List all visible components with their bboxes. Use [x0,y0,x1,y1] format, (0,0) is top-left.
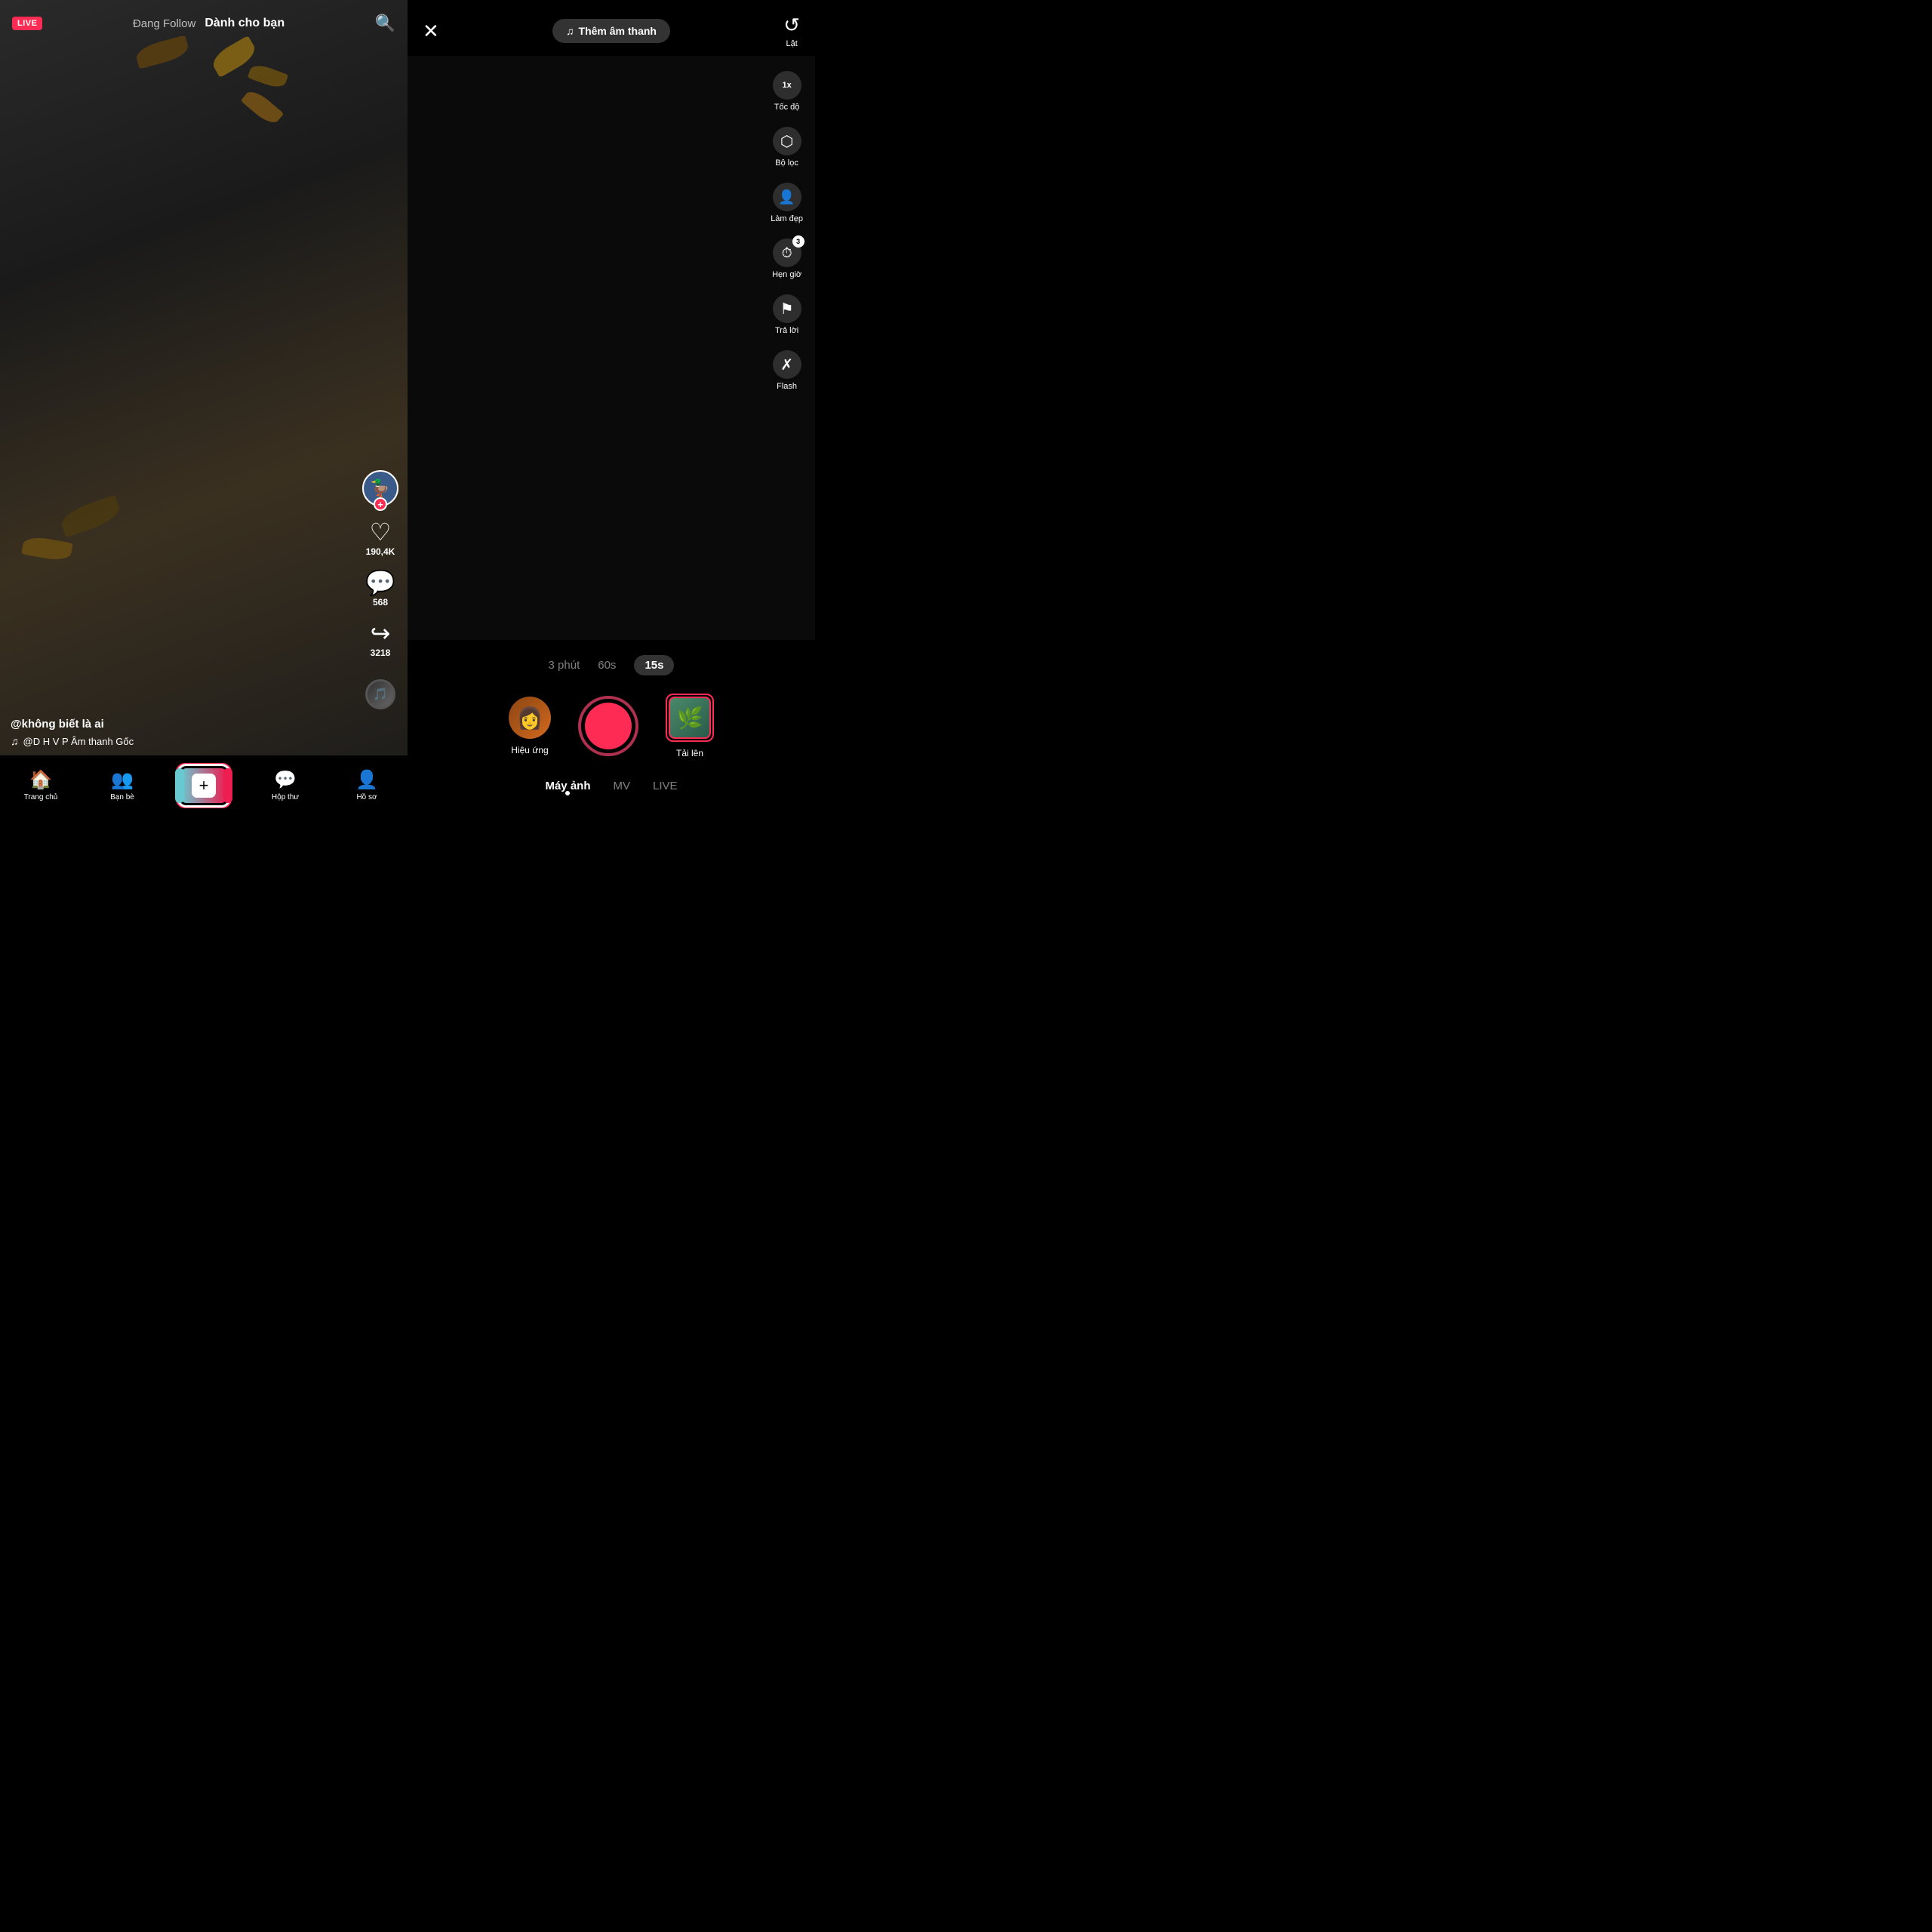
create-plus-icon: + [192,774,216,798]
speed-tool[interactable]: 1x Tốc độ [771,71,803,112]
music-disc-image: 🎵 [365,679,395,709]
effect-label: Hiệu ứng [511,745,548,755]
music-disc[interactable]: 🎵 [365,679,395,709]
speed-label: Tốc độ [774,103,800,112]
top-navigation-bar: LIVE Đang Follow Dành cho bạn 🔍 [0,0,408,41]
create-button-wrapper[interactable]: + [179,766,229,805]
record-button-inner [585,703,632,749]
creator-username[interactable]: @không biết là ai [11,718,355,731]
effect-button[interactable]: 👩 Hiệu ứng [509,697,551,755]
duration-selector: 3 phút 60s 15s [408,655,815,675]
flip-label: Lật [786,39,797,48]
mode-live[interactable]: LIVE [653,780,678,792]
flip-camera-button[interactable]: ↺ Lật [783,14,800,48]
nav-create[interactable]: + [163,766,245,805]
music-note-icon: ♫ [566,25,574,37]
nav-inbox[interactable]: 💬 Hộp thư [245,769,326,801]
profile-label: Hồ sơ [356,793,377,801]
home-label: Trang chủ [24,793,58,801]
inbox-icon: 💬 [274,769,297,791]
duration-15s[interactable]: 15s [634,655,674,675]
bottom-navigation: 🏠 Trang chủ 👥 Bạn bè + 💬 Hộp thư 👤 Hồ sơ [0,755,408,815]
record-button[interactable] [578,696,638,756]
effect-avatar: 👩 [509,697,551,739]
camera-top-bar: ✕ ♫ Thêm âm thanh ↺ Lật [408,0,815,56]
beauty-label: Làm đẹp [771,214,803,223]
flip-icon: ↺ [783,14,800,37]
close-button[interactable]: ✕ [423,20,439,43]
timer-tool[interactable]: ⏱ 3 Hẹn giờ [771,238,803,279]
nav-home[interactable]: 🏠 Trang chủ [0,769,82,801]
left-panel: LIVE Đang Follow Dành cho bạn 🔍 🦆 + ♡ 19… [0,0,408,815]
like-button[interactable]: ♡ 190,4K [366,520,395,557]
timer-icon: ⏱ 3 [773,238,801,267]
add-sound-label: Thêm âm thanh [579,25,657,37]
flash-icon: ✗ [773,350,801,379]
beauty-icon: 👤 [773,183,801,211]
tab-for-you[interactable]: Dành cho bạn [205,17,285,30]
upload-border: 🌿 [666,694,714,742]
reply-label: Trả lời [775,326,798,335]
filter-tool[interactable]: ⬡ Bộ lọc [771,127,803,168]
search-icon[interactable]: 🔍 [375,14,395,33]
timer-label: Hẹn giờ [772,270,801,279]
heart-icon: ♡ [370,520,392,544]
home-icon: 🏠 [29,769,52,791]
camera-viewport: 1x Tốc độ ⬡ Bộ lọc 👤 Làm đẹp ⏱ 3 [408,56,815,640]
creator-avatar[interactable]: 🦆 + [362,470,398,506]
comment-icon: 💬 [365,571,395,595]
share-count: 3218 [371,648,391,658]
timer-badge: 3 [792,235,804,248]
comment-button[interactable]: 💬 568 [365,571,395,608]
music-title: @D H V P Âm thanh Gốc [23,736,134,747]
duration-60s[interactable]: 60s [598,659,616,672]
friends-label: Bạn bè [110,793,134,801]
share-button[interactable]: ↪ 3218 [371,621,391,658]
reply-tool[interactable]: ⚑ Trả lời [771,294,803,335]
add-sound-button[interactable]: ♫ Thêm âm thanh [552,19,670,43]
beauty-tool[interactable]: 👤 Làm đẹp [771,183,803,223]
comment-count: 568 [373,597,388,608]
mode-mv[interactable]: MV [613,780,630,792]
live-badge: LIVE [12,17,42,30]
follow-plus-badge: + [374,497,387,511]
duration-3min[interactable]: 3 phút [549,659,580,672]
camera-bottom-controls: 3 phút 60s 15s 👩 Hiệu ứng 🌿 Tải lên Máy … [408,640,815,815]
camera-tools-panel: 1x Tốc độ ⬡ Bộ lọc 👤 Làm đẹp ⏱ 3 [771,71,803,391]
filter-label: Bộ lọc [775,158,798,168]
share-icon: ↪ [371,621,391,645]
record-row: 👩 Hiệu ứng 🌿 Tải lên [408,694,815,758]
right-camera-panel: ✕ ♫ Thêm âm thanh ↺ Lật 1x Tốc độ ⬡ Bộ l… [408,0,815,815]
mode-camera[interactable]: Máy ảnh [545,780,590,792]
filter-icon: ⬡ [773,127,801,155]
tab-following[interactable]: Đang Follow [133,17,195,30]
profile-icon: 👤 [355,769,378,791]
music-info[interactable]: ♫ @D H V P Âm thanh Gốc [11,735,355,747]
top-tabs: Đang Follow Dành cho bạn [133,17,285,30]
upload-label: Tải lên [676,748,703,758]
video-info: @không biết là ai ♫ @D H V P Âm thanh Gố… [11,718,355,747]
flash-tool[interactable]: ✗ Flash [771,350,803,391]
flash-label: Flash [777,382,797,391]
friends-icon: 👥 [111,769,134,791]
reply-icon: ⚑ [773,294,801,323]
video-background [0,0,408,815]
nav-friends[interactable]: 👥 Bạn bè [82,769,163,801]
upload-button[interactable]: 🌿 Tải lên [666,694,714,758]
music-note-icon: ♫ [11,735,19,747]
camera-mode-tabs: Máy ảnh MV LIVE [408,774,815,792]
nav-profile[interactable]: 👤 Hồ sơ [326,769,408,801]
right-action-panel: 🦆 + ♡ 190,4K 💬 568 ↪ 3218 🎵 [362,470,398,709]
speed-icon: 1x [773,71,801,100]
inbox-label: Hộp thư [272,793,299,801]
upload-thumbnail: 🌿 [669,697,711,739]
like-count: 190,4K [366,546,395,557]
create-button[interactable]: + [179,766,229,805]
